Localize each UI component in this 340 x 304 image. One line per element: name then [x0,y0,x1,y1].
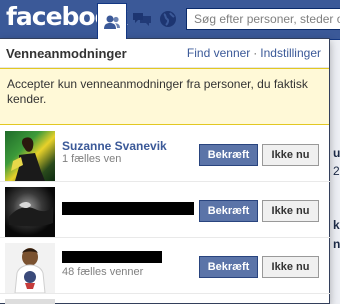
avatar[interactable] [5,299,55,304]
background-text-fragment: 2 [333,164,340,178]
confirm-button[interactable]: Bekræft [199,144,258,166]
not-now-button[interactable]: Ikke nu [262,200,319,222]
not-now-button[interactable]: Ikke nu [262,256,319,278]
background-text-fragment: k [333,218,340,232]
friend-request-row: Bekræft Ikke nu [0,182,330,238]
messages-icon [133,13,151,26]
friend-request-row-partial [0,294,330,304]
flyout-header-links: Find venner · Indstillinger [187,46,321,60]
avatar[interactable] [5,187,55,237]
not-now-button[interactable]: Ikke nu [262,144,319,166]
search-input[interactable]: Søg efter personer, steder og ting [186,8,340,30]
friend-requests-flyout: Venneanmodninger Find venner · Indstilling… [0,38,330,304]
avatar[interactable] [5,243,55,294]
mutual-friends[interactable]: 48 fælles venner [62,266,143,278]
confirm-button[interactable]: Bekræft [199,200,258,222]
flyout-title: Venneanmodninger [6,45,127,61]
friends-icon [104,15,120,29]
friend-requests-jewel[interactable] [97,3,127,39]
background-text-fragment: ug [333,146,340,160]
link-separator: · [253,46,258,60]
top-bar: facebook Søg efter personer, steder og t… [0,0,340,40]
safety-notice: Accepter kun venneanmodninger fra person… [0,68,329,125]
friend-request-row: 48 fælles venner Bekræft Ikke nu [0,238,330,294]
avatar[interactable] [5,131,55,181]
flyout-header: Venneanmodninger Find venner · Indstilling… [0,39,329,68]
friend-request-row: Suzanne Svanevik 1 fælles ven Bekræft Ik… [0,126,330,182]
settings-link[interactable]: Indstillinger [260,46,321,60]
notifications-jewel[interactable] [153,4,183,34]
mutual-friends[interactable]: 1 fælles ven [62,153,121,165]
background-text-fragment: n [333,237,340,251]
find-friends-link[interactable]: Find venner [187,46,250,60]
requester-name[interactable]: Suzanne Svanevik [62,139,167,153]
confirm-button[interactable]: Bekræft [199,256,258,278]
redacted-name [62,251,162,263]
redacted-name [62,202,194,215]
globe-icon [160,11,176,27]
